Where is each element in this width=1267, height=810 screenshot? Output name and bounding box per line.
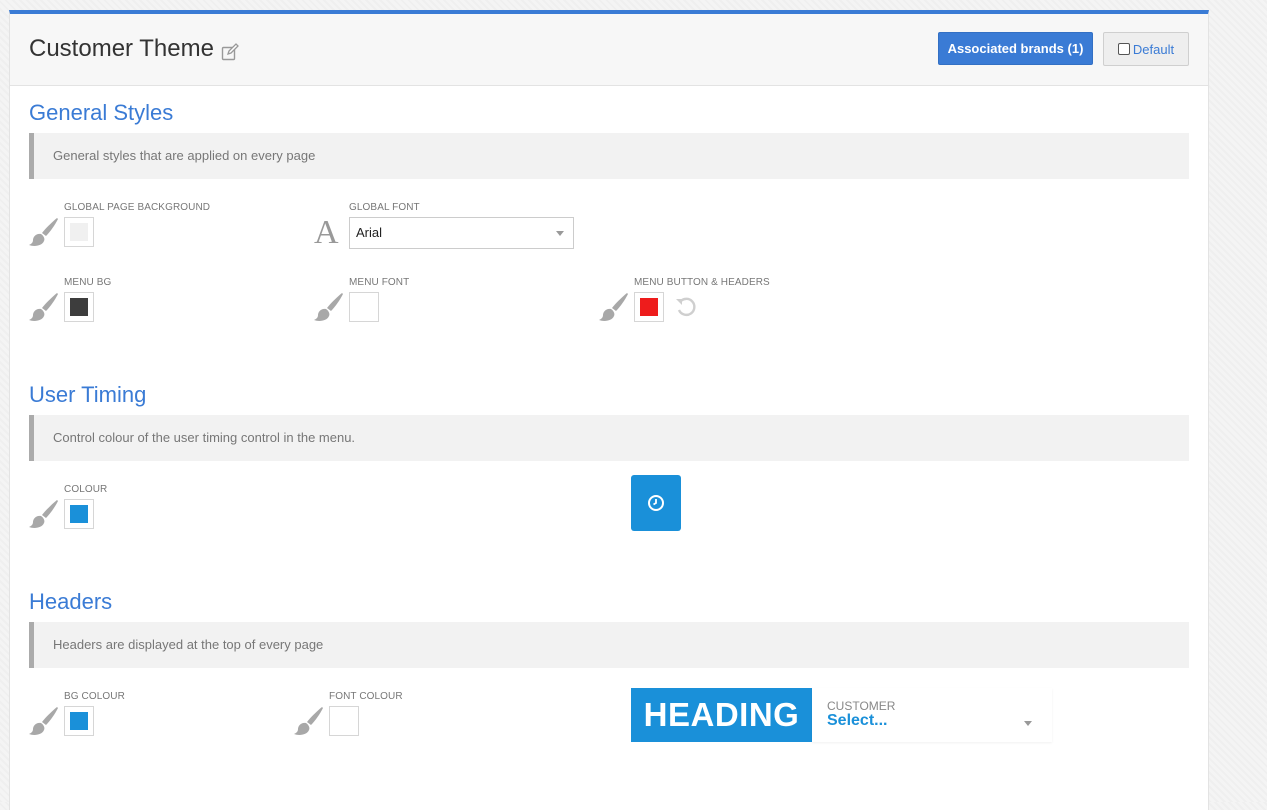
paint-brush-icon — [29, 500, 58, 528]
menu-button-swatch[interactable] — [634, 292, 664, 322]
menu-bg-label: MENU BG — [64, 277, 112, 288]
customer-label: CUSTOMER — [827, 699, 896, 713]
customer-select-preview[interactable]: CUSTOMER Select... — [812, 688, 1052, 742]
default-toggle[interactable]: Default — [1103, 32, 1189, 66]
paint-brush-icon — [29, 218, 58, 246]
headers-title: Headers — [29, 589, 113, 614]
menu-button-color — [640, 298, 658, 316]
user-timing-color — [70, 505, 88, 523]
menu-bg-color — [70, 298, 88, 316]
header-bg-colour-label: BG COLOUR — [64, 691, 125, 702]
header-bg-color — [70, 712, 88, 730]
headers-description: Headers are displayed at the top of ever… — [29, 622, 1189, 668]
user-timing-swatch[interactable] — [64, 499, 94, 529]
associated-brands-label: Associated brands — [947, 41, 1064, 56]
clock-icon — [648, 495, 664, 511]
default-checkbox[interactable] — [1117, 43, 1130, 55]
panel-header: Customer Theme Associated brands (1) Def… — [10, 14, 1208, 86]
user-timing-title: User Timing — [29, 382, 147, 407]
header-bg-swatch[interactable] — [64, 706, 94, 736]
menu-font-swatch[interactable] — [349, 292, 379, 322]
global-font-value: Arial — [356, 225, 383, 240]
heading-preview: HEADING — [631, 688, 812, 742]
menu-font-color — [355, 298, 373, 316]
global-bg-label: GLOBAL PAGE BACKGROUND — [64, 202, 211, 213]
page-title: Customer Theme — [29, 35, 214, 62]
global-bg-swatch[interactable] — [64, 217, 94, 247]
paint-brush-icon — [294, 707, 323, 735]
global-font-label: GLOBAL FONT — [349, 202, 420, 213]
reset-icon[interactable] — [674, 295, 698, 319]
user-timing-preview — [631, 475, 681, 531]
default-label: Default — [1132, 41, 1175, 57]
user-timing-colour-label: COLOUR — [64, 484, 108, 495]
chevron-down-icon — [556, 231, 564, 236]
paint-brush-icon — [29, 293, 58, 321]
menu-button-label: MENU BUTTON & HEADERS — [634, 277, 770, 288]
edit-icon[interactable] — [221, 40, 239, 61]
associated-brands-button[interactable]: Associated brands (1) — [938, 32, 1093, 65]
header-font-colour-label: FONT COLOUR — [329, 691, 403, 702]
paint-brush-icon — [314, 293, 343, 321]
chevron-down-icon — [1024, 721, 1032, 726]
menu-font-label: MENU FONT — [349, 277, 410, 288]
paint-brush-icon — [599, 293, 628, 321]
page-title-row: Customer Theme — [29, 35, 239, 63]
associated-brands-count: (1) — [1067, 41, 1084, 56]
menu-bg-swatch[interactable] — [64, 292, 94, 322]
global-font-select[interactable]: Arial — [349, 217, 574, 249]
user-timing-description: Control colour of the user timing contro… — [29, 415, 1189, 461]
header-font-swatch[interactable] — [329, 706, 359, 736]
general-styles-description: General styles that are applied on every… — [29, 133, 1189, 179]
font-icon: A — [314, 214, 339, 251]
global-bg-color — [70, 223, 88, 241]
paint-brush-icon — [29, 707, 58, 735]
theme-panel: Customer Theme Associated brands (1) Def… — [9, 10, 1209, 810]
general-styles-title: General Styles — [29, 100, 174, 125]
customer-select-value: Select... — [827, 712, 888, 729]
header-font-color — [335, 712, 353, 730]
